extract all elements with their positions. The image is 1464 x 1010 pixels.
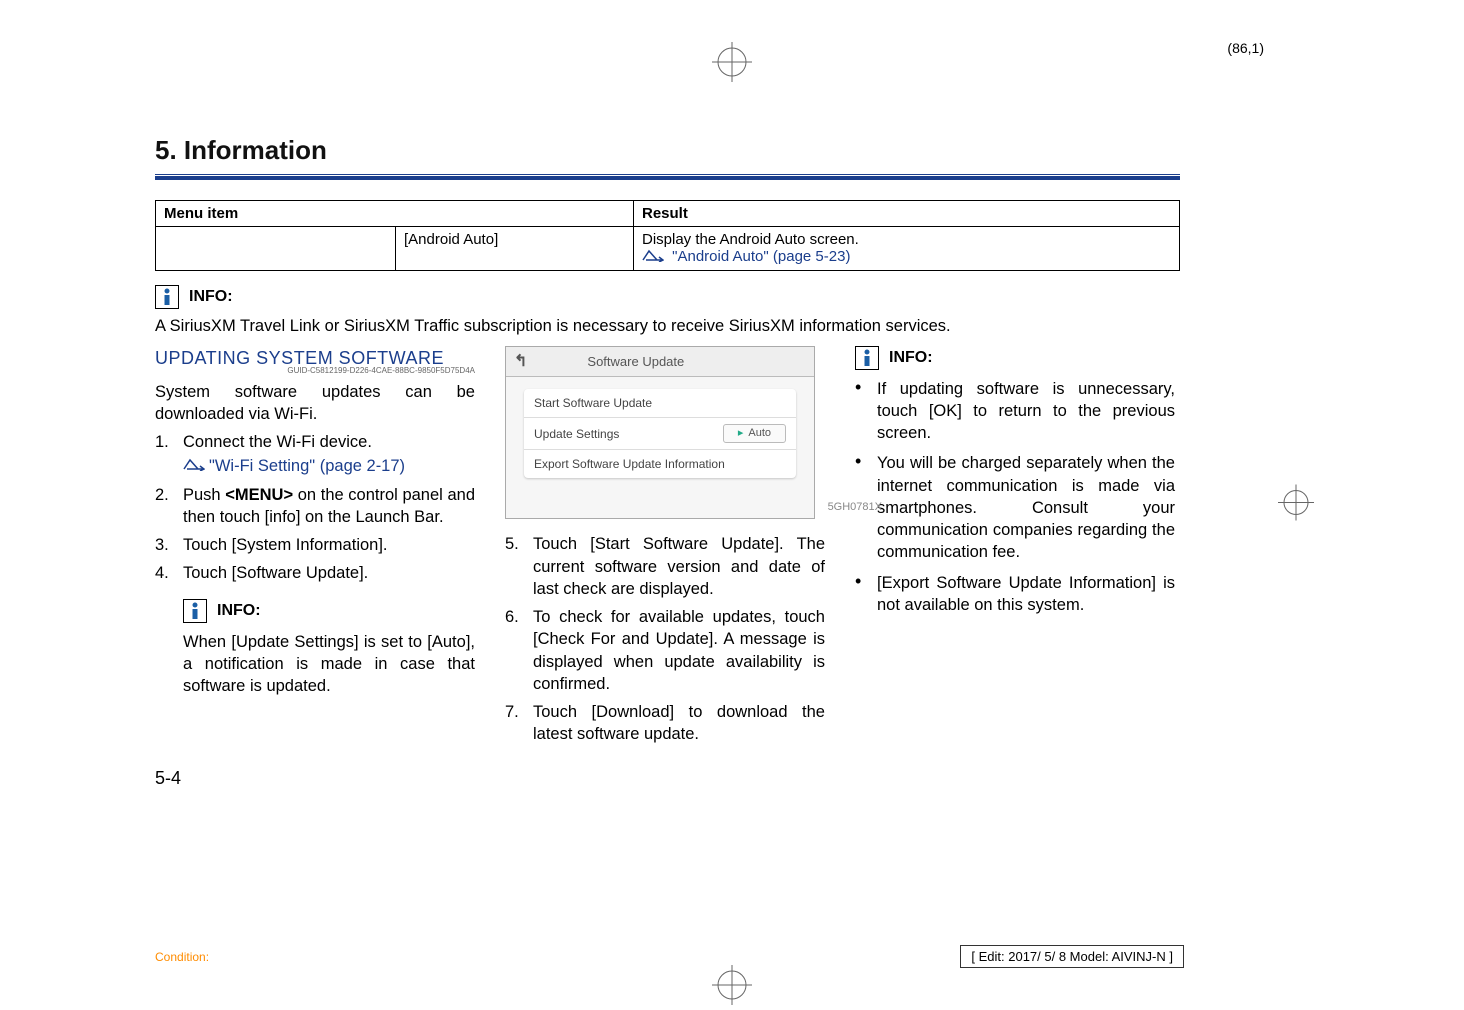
bullet-icon: • xyxy=(855,378,877,445)
num-7: 7. xyxy=(505,701,533,746)
result-line1: Display the Android Auto screen. xyxy=(642,231,859,248)
shot-title: Software Update xyxy=(587,353,684,371)
shot-code: 5GH0781X xyxy=(828,500,882,515)
info-icon xyxy=(155,285,179,309)
step4-text: Touch [Software Update]. xyxy=(183,562,475,584)
crop-mark-side xyxy=(1278,485,1314,526)
col3-b1: If updating software is unnecessary, tou… xyxy=(877,378,1175,445)
num-4: 4. xyxy=(155,562,183,584)
info-icon xyxy=(855,346,879,370)
step7-text: Touch [Download] to download the latest … xyxy=(533,701,825,746)
num-1: 1. xyxy=(155,431,183,478)
subscription-note: A SiriusXM Travel Link or SiriusXM Traff… xyxy=(155,317,1180,336)
info-label-1: INFO: xyxy=(189,288,233,306)
crop-mark-bottom xyxy=(712,965,752,1005)
info-box-1: INFO: xyxy=(155,285,1180,309)
num-6: 6. xyxy=(505,606,533,695)
back-icon: ↰ xyxy=(514,351,527,373)
ref-icon xyxy=(183,455,205,477)
step1-text: Connect the Wi-Fi device. xyxy=(183,433,372,451)
column-2: ↰ Software Update Start Software Update … xyxy=(505,346,825,752)
info-label-2: INFO: xyxy=(217,600,261,622)
shot-row2-label: Update Settings xyxy=(534,426,619,442)
col3-b3: [Export Software Update Information] is … xyxy=(877,572,1175,617)
step5-text: Touch [Start Software Update]. The curre… xyxy=(533,533,825,600)
column-1: UPDATING SYSTEM SOFTWARE GUID-C5812199-D… xyxy=(155,346,475,752)
ref-icon xyxy=(642,249,664,266)
info-box-2: INFO: xyxy=(183,599,475,623)
num-2: 2. xyxy=(155,484,183,529)
software-update-screenshot: ↰ Software Update Start Software Update … xyxy=(505,346,815,520)
td-android-auto: [Android Auto] xyxy=(396,227,634,271)
result-link: "Android Auto" (page 5-23) xyxy=(672,248,850,265)
info-label-3: INFO: xyxy=(889,347,933,369)
td-result: Display the Android Auto screen. "Androi… xyxy=(634,227,1180,271)
step3-text: Touch [System Information]. xyxy=(183,534,475,556)
page-number: 5-4 xyxy=(155,768,181,789)
col1-intro: System software updates can be downloade… xyxy=(155,381,475,426)
title-underline xyxy=(155,174,1180,182)
shot-row-3: Export Software Update Information xyxy=(524,449,796,478)
crop-mark-top xyxy=(712,42,752,82)
col1-info-note: When [Update Settings] is set to [Auto],… xyxy=(183,631,475,698)
condition-label: Condition: xyxy=(155,950,209,964)
edit-box: [ Edit: 2017/ 5/ 8 Model: AIVINJ-N ] xyxy=(960,945,1184,968)
column-3: INFO: •If updating software is unnecessa… xyxy=(855,346,1175,752)
step6-text: To check for available updates, touch [C… xyxy=(533,606,825,695)
bullet-icon: • xyxy=(855,572,877,617)
th-result: Result xyxy=(634,201,1180,227)
shot-row-1: Start Software Update xyxy=(524,389,796,417)
section-title: 5. Information xyxy=(155,135,1180,166)
num-3: 3. xyxy=(155,534,183,556)
step2-text: Push <MENU> on the control panel and the… xyxy=(183,484,475,529)
shot-toggle: ▸Auto xyxy=(723,424,786,443)
col3-b2: You will be charged separately when the … xyxy=(877,452,1175,563)
th-menu: Menu item xyxy=(156,201,634,227)
info-box-3: INFO: xyxy=(855,346,1175,370)
td-empty xyxy=(156,227,396,271)
step1-link: "Wi-Fi Setting" (page 2-17) xyxy=(209,455,405,477)
info-icon xyxy=(183,599,207,623)
page-indicator: (86,1) xyxy=(1227,40,1264,56)
num-5: 5. xyxy=(505,533,533,600)
menu-table: Menu item Result [Android Auto] Display … xyxy=(155,200,1180,271)
